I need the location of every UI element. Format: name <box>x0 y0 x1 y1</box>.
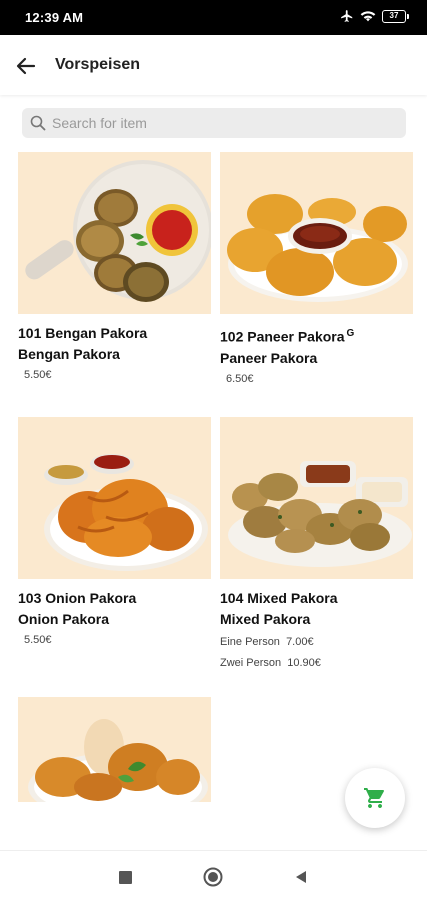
battery-icon: 37 <box>382 9 409 23</box>
back-button[interactable] <box>12 52 40 80</box>
battery-level: 37 <box>382 9 406 23</box>
menu-item-card[interactable]: 103 Onion Pakora Onion Pakora 5.50€ <box>18 417 211 646</box>
home-button[interactable] <box>203 867 223 887</box>
status-bar: 12:39 AM 37 <box>0 0 427 35</box>
search-input[interactable] <box>52 108 392 138</box>
cart-button[interactable] <box>345 768 405 828</box>
app-bar: Vorspeisen <box>0 35 427 95</box>
price-option-label: Eine Person <box>220 636 280 648</box>
item-price: 6.50€ <box>226 372 254 385</box>
item-subtitle: Paneer Pakora <box>220 349 318 366</box>
wifi-icon <box>360 11 376 22</box>
search-icon <box>30 115 46 131</box>
arrow-left-icon <box>16 57 36 75</box>
chicken-pakora-image[interactable] <box>18 697 211 802</box>
page-title: Vorspeisen <box>55 56 141 73</box>
price-option-value: 10.90€ <box>287 657 321 669</box>
paneer-pakora-image[interactable] <box>220 152 413 314</box>
status-icons: 37 <box>340 9 409 23</box>
system-nav-bar <box>0 850 427 901</box>
airplane-icon <box>341 10 353 22</box>
item-title: 101 Bengan Pakora <box>18 325 148 341</box>
price-option-row: Zwei Person 10.90€ <box>220 655 413 672</box>
item-subtitle: Bengan Pakora <box>18 346 120 362</box>
item-price: 5.50€ <box>24 634 52 646</box>
item-subtitle: Onion Pakora <box>18 611 110 627</box>
price-option-value: 7.00€ <box>286 636 314 648</box>
system-back-button[interactable] <box>291 867 311 887</box>
allergen-superscript: G <box>346 328 355 339</box>
menu-item-card[interactable]: 101 Bengan Pakora Bengan Pakora 5.50€ <box>18 152 211 381</box>
menu-item-card[interactable]: 102 Paneer Pakora G Paneer Pakora 6.50€ <box>220 152 413 385</box>
onion-pakora-image[interactable] <box>18 417 211 579</box>
item-title-text: 102 Paneer Pakora <box>220 328 345 345</box>
square-icon <box>118 870 132 884</box>
search-bar[interactable] <box>22 108 406 138</box>
mixed-pakora-image[interactable] <box>220 417 413 579</box>
bengan-pakora-image[interactable] <box>18 152 211 314</box>
shopping-cart-icon <box>364 788 384 808</box>
item-subtitle: Mixed Pakora <box>220 611 311 627</box>
menu-item-card[interactable]: 104 Mixed Pakora Mixed Pakora Eine Perso… <box>220 417 413 672</box>
price-option-label: Zwei Person <box>220 657 282 669</box>
item-title: 103 Onion Pakora <box>18 590 137 606</box>
status-time: 12:39 AM <box>25 10 84 25</box>
item-title: 104 Mixed Pakora <box>220 590 338 606</box>
recents-button[interactable] <box>115 867 135 887</box>
circle-icon <box>203 867 223 887</box>
triangle-back-icon <box>296 871 306 883</box>
item-price: 5.50€ <box>24 369 52 381</box>
item-title: 102 Paneer Pakora G <box>220 323 413 348</box>
menu-item-card[interactable] <box>18 697 211 802</box>
price-option-row: Eine Person 7.00€ <box>220 634 413 651</box>
